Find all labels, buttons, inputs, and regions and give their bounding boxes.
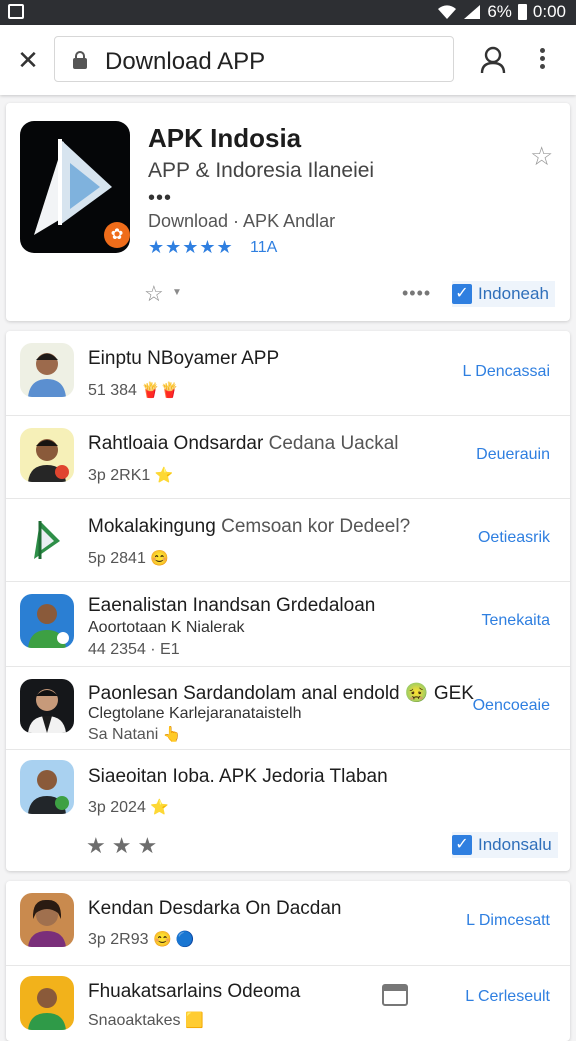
list-item-action[interactable]: Tenekaita [482, 612, 551, 630]
list-item[interactable]: Mokalakingung Cemsoan kor Dedeel? 5p 284… [6, 499, 570, 581]
rate-star-icon[interactable]: ☆ [144, 281, 164, 307]
list-item-action[interactable]: L Dencassai [463, 363, 550, 381]
avatar [20, 679, 74, 733]
status-bar: 6% 0:00 [0, 0, 576, 25]
list-item-meta: 3p 2024 ⭐ [88, 799, 169, 816]
avatar [20, 760, 74, 814]
language-button-label: Indoneah [478, 284, 549, 303]
close-icon[interactable]: ✕ [14, 47, 42, 75]
language-button[interactable]: ✓ Indonsalu [452, 832, 558, 858]
signal-icon [464, 5, 481, 19]
list-item-meta: 3p 2RK1 ⭐ [88, 467, 174, 484]
app-hero-card: ✿ APK Indosia APP & Indoresia Ilaneiei •… [6, 103, 570, 321]
list-item-meta: 51 384 🍟🍟 [88, 382, 179, 399]
avatar [20, 893, 74, 947]
list-item-meta: 5p 2841 😊 [88, 550, 169, 567]
account-icon[interactable] [478, 45, 508, 75]
chevron-down-icon[interactable]: ▼ [172, 287, 182, 298]
list-item[interactable]: Rahtloaia Ondsardar Cedana Uackal 3p 2RK… [6, 416, 570, 498]
list-item-action[interactable]: L Dimcesatt [466, 912, 550, 930]
avatar [20, 343, 74, 397]
app-download-text: Download · APK Andlar [148, 211, 336, 231]
list-item-title: Kendan Desdarka On Dacdan [88, 898, 342, 919]
browser-toolbar: ✕ Download APP [0, 25, 576, 95]
battery-icon [517, 4, 527, 20]
app-subtitle-ellipsis: ••• [148, 187, 173, 209]
avatar [20, 976, 74, 1030]
favorite-star-icon[interactable]: ☆ [530, 141, 553, 172]
url-bar[interactable]: Download APP [54, 36, 454, 82]
wifi-icon [438, 5, 457, 19]
list-item-action[interactable]: Oetieasrik [478, 529, 550, 547]
more-dots[interactable]: •••• [402, 283, 431, 304]
rating-stars[interactable]: ★★★ [86, 833, 163, 859]
list-item-meta: Snaoaktakes 🟨 [88, 1012, 204, 1029]
app-list-2: Kendan Desdarka On Dacdan 3p 2R93 😊 🔵 L … [6, 881, 570, 1041]
list-item-title: Siaeoitan Ioba. APK Jedoria Tlaban [88, 766, 388, 787]
list-item-meta: 44 2354 · E1 [88, 641, 180, 658]
avatar [20, 594, 74, 648]
language-button-label: Indonsalu [478, 835, 552, 854]
list-item[interactable]: Einptu NBoyamer APP 51 384 🍟🍟 L Dencassa… [6, 331, 570, 415]
list-item-meta: 3p 2R93 😊 🔵 [88, 931, 195, 948]
list-item-title: Rahtloaia Ondsardar Cedana Uackal [88, 433, 399, 454]
list-item[interactable]: Eaenalistan Inandsan Grdedaloan Aoortota… [6, 582, 570, 666]
list-item[interactable]: Kendan Desdarka On Dacdan 3p 2R93 😊 🔵 L … [6, 881, 570, 965]
app-badge-icon: ✿ [104, 222, 130, 248]
clock: 0:00 [532, 2, 566, 21]
list-item[interactable]: Paonlesan Sardandolam anal endold 🤢 GEK … [6, 667, 570, 749]
list-item-meta: Sa Natani 👆 [88, 726, 182, 743]
url-text: Download APP [105, 48, 266, 75]
list-item-subtitle: Clegtolane Karlejaranataistelh [88, 705, 302, 722]
list-item-action[interactable]: Oencoeaie [473, 697, 550, 715]
list-item-subtitle: Aoortotaan K Nialerak [88, 619, 245, 636]
calendar-icon[interactable] [382, 982, 408, 1006]
app-subtitle: APP & Indoresia Ilaneiei [148, 159, 375, 182]
avatar [20, 428, 74, 482]
list-item-title: Mokalakingung Cemsoan kor Dedeel? [88, 516, 411, 537]
lock-icon [73, 51, 87, 69]
list-item-action[interactable]: L Cerleseult [465, 988, 550, 1006]
rating-count: 11A [250, 239, 278, 256]
notification-icon [8, 4, 24, 19]
list-item-title: Eaenalistan Inandsan Grdedaloan [88, 595, 376, 616]
app-list: Einptu NBoyamer APP 51 384 🍟🍟 L Dencassa… [6, 331, 570, 871]
avatar [20, 513, 74, 567]
language-button[interactable]: ✓ Indoneah [452, 281, 555, 307]
more-options-icon[interactable] [534, 45, 550, 75]
check-icon: ✓ [452, 835, 472, 855]
app-icon[interactable]: ✿ [20, 121, 130, 253]
list-item-action[interactable]: Deuerauin [476, 446, 550, 464]
check-icon: ✓ [452, 284, 472, 304]
list-item[interactable]: Fhuakatsarlains Odeoma Snaoaktakes 🟨 L C… [6, 966, 570, 1041]
list-item-title: Paonlesan Sardandolam anal endold 🤢 GEK [88, 683, 474, 704]
list-item-title: Fhuakatsarlains Odeoma [88, 981, 301, 1002]
app-title: APK Indosia [148, 123, 302, 153]
list-item[interactable]: Siaeoitan Ioba. APK Jedoria Tlaban 3p 20… [6, 750, 570, 870]
list-item-title: Einptu NBoyamer APP [88, 348, 280, 369]
battery-percent: 6% [487, 2, 512, 21]
rating-stars: ★★★★★ [148, 237, 234, 257]
